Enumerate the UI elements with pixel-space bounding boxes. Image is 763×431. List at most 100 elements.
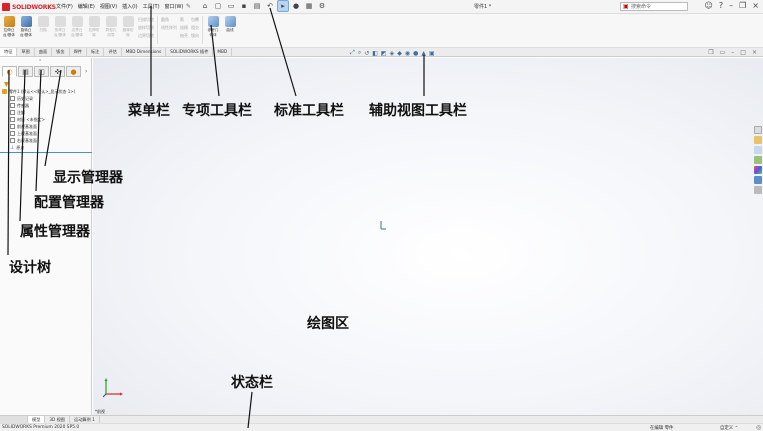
user-icon[interactable]: ☺ xyxy=(705,1,713,10)
restore-icon[interactable]: ❐ xyxy=(739,1,746,10)
tab-model[interactable]: 模型 xyxy=(28,416,46,423)
menu-file[interactable]: 文件(F) xyxy=(56,3,73,10)
tab-weldments[interactable]: 焊件 xyxy=(70,48,87,56)
tree-item-front-plane[interactable]: 前视基准面 xyxy=(2,123,90,130)
forum-icon[interactable] xyxy=(754,186,762,194)
tree-item-history[interactable]: 历史记录 xyxy=(2,95,90,102)
sweep-button[interactable]: 扫描 xyxy=(36,16,50,42)
panel-expand-icon[interactable]: ⌃ xyxy=(38,59,42,65)
pin-icon[interactable]: ✎ xyxy=(186,3,191,10)
select-icon[interactable]: ▸ xyxy=(277,0,289,12)
section-view-icon[interactable]: ◧ xyxy=(372,50,378,57)
menu-edit[interactable]: 编辑(E) xyxy=(78,3,95,10)
reference-geometry-button[interactable]: 参考几何体 xyxy=(206,16,220,42)
menu-window[interactable]: 窗口(W) xyxy=(165,3,184,10)
file-properties-icon[interactable]: ▦ xyxy=(304,1,314,11)
print-icon[interactable]: ▤ xyxy=(252,1,262,11)
apply-scene-icon[interactable]: ▲ xyxy=(421,50,426,57)
rib-button[interactable]: 筋 xyxy=(180,17,188,23)
doc-maximize-icon[interactable]: □ xyxy=(740,49,746,56)
tab-evaluate[interactable]: 评估 xyxy=(104,48,122,56)
loft-button[interactable]: 放样凸台/基体 xyxy=(53,16,67,42)
options-gear-icon[interactable]: ⚙ xyxy=(317,1,327,11)
fillet-button[interactable]: 圆角 xyxy=(161,17,177,23)
tab-featuremanager-design-tree[interactable]: ◐ xyxy=(2,66,17,77)
tab-motion-study[interactable]: 运动算例 1 xyxy=(70,416,100,423)
tab-sheet-metal[interactable]: 钣金 xyxy=(52,48,70,56)
linear-pattern-button[interactable]: 线性阵列 xyxy=(161,25,177,31)
tab-dimxpertmanager[interactable]: ✜ xyxy=(50,66,65,77)
minimize-icon[interactable]: – xyxy=(729,1,733,10)
tab-annotation[interactable]: 标注 xyxy=(87,48,105,56)
hide-show-items-icon[interactable]: ◉ xyxy=(405,50,410,57)
extrude-cut-button[interactable]: 拉伸切除 xyxy=(87,16,101,42)
previous-view-icon[interactable]: ↺ xyxy=(364,50,369,57)
more-tabs-chevron-icon[interactable]: › xyxy=(82,66,87,77)
shell-button[interactable]: 抽壳 xyxy=(180,33,188,39)
tree-item-annotations[interactable]: 注解 xyxy=(2,109,90,116)
menu-insert[interactable]: 插入(I) xyxy=(122,3,137,10)
design-library-icon[interactable] xyxy=(754,136,762,144)
display-style-icon[interactable]: ◆ xyxy=(397,50,402,57)
lofted-cut-button[interactable]: 放样切割 xyxy=(138,25,154,31)
search-commands-input[interactable]: ▣ 搜索命令 xyxy=(620,2,688,11)
swept-cut-button[interactable]: 扫描切除 xyxy=(138,17,154,23)
edit-appearance-icon[interactable]: ● xyxy=(413,50,418,57)
menu-view[interactable]: 视图(V) xyxy=(100,3,117,10)
intersect-button[interactable]: 相交 xyxy=(191,25,199,31)
view-settings-icon[interactable]: ▣ xyxy=(429,50,435,57)
boundary-cut-button[interactable]: 边界切除 xyxy=(138,33,154,39)
tab-3d-views[interactable]: 3D 视图 xyxy=(45,416,70,423)
doc-restore-icon[interactable]: ❐ xyxy=(708,49,713,56)
tab-features[interactable]: 特征 xyxy=(0,48,18,56)
home-icon[interactable]: ⌂ xyxy=(200,1,210,11)
close-icon[interactable]: × xyxy=(752,1,759,10)
tree-item-top-plane[interactable]: 上视基准面 xyxy=(2,130,90,137)
hole-wizard-button[interactable]: 异型孔向导 xyxy=(104,16,118,42)
tab-configurationmanager[interactable]: ◫ xyxy=(34,66,49,77)
tab-scroll-arrows[interactable] xyxy=(0,416,28,423)
boundary-boss-button[interactable]: 边界凸台/基体 xyxy=(70,16,84,42)
wrap-button[interactable]: 包覆 xyxy=(191,17,199,23)
tab-mbd[interactable]: MBD xyxy=(213,48,233,56)
rebuild-status-icon[interactable]: ◎ xyxy=(756,424,761,431)
appearances-icon[interactable] xyxy=(754,166,762,174)
new-document-icon[interactable]: ▢ xyxy=(213,1,223,11)
doc-close-icon[interactable]: × xyxy=(752,49,757,56)
tab-propertymanager[interactable]: ▤ xyxy=(18,66,33,77)
units-selector[interactable]: 自定义 ⌃ xyxy=(720,425,738,431)
tab-sketch[interactable]: 草图 xyxy=(17,48,35,56)
filter-icon[interactable]: ▼ xyxy=(4,81,9,88)
draft-button[interactable]: 拔模 xyxy=(180,25,188,31)
tree-item-sensors[interactable]: 传感器 xyxy=(2,102,90,109)
revolve-cut-button[interactable]: 旋转切除 xyxy=(121,16,135,42)
tab-displaymanager[interactable]: ● xyxy=(66,66,81,77)
rebuild-icon[interactable]: ● xyxy=(291,1,301,11)
curves-button[interactable]: 曲线 xyxy=(223,16,237,42)
tree-root-part[interactable]: 零件1 (默认<<默认>_显示状态 1>) xyxy=(2,88,90,95)
file-explorer-icon[interactable] xyxy=(754,146,762,154)
rollback-bar[interactable] xyxy=(0,152,92,153)
tab-surfaces[interactable]: 曲面 xyxy=(35,48,53,56)
tree-item-origin[interactable]: ⊥ 原点 xyxy=(2,144,90,151)
revolve-boss-button[interactable]: 旋转凸台/基体 xyxy=(19,16,33,42)
doc-minimize-icon[interactable]: – xyxy=(731,49,734,56)
tab-mbd-dimensions[interactable]: MBD Dimensions xyxy=(122,48,167,56)
view-palette-icon[interactable] xyxy=(754,156,762,164)
extrude-boss-button[interactable]: 拉伸凸台/基体 xyxy=(2,16,16,42)
mirror-button[interactable]: 镜向 xyxy=(191,33,199,39)
zoom-to-fit-icon[interactable]: ⤢ xyxy=(350,49,355,57)
tree-item-material[interactable]: 材质 <未指定> xyxy=(2,116,90,123)
view-orientation-icon[interactable]: ◈ xyxy=(390,50,395,57)
undo-icon[interactable]: ↶ xyxy=(265,1,275,11)
help-icon[interactable]: ? xyxy=(719,1,723,10)
zoom-area-icon[interactable]: ⌕ xyxy=(358,49,361,57)
dynamic-annotation-icon[interactable]: ◩ xyxy=(381,50,387,57)
menu-tools[interactable]: 工具(T) xyxy=(143,3,160,10)
tab-solidworks-addins[interactable]: SOLIDWORKS 插件 xyxy=(166,48,214,56)
tree-item-right-plane[interactable]: 右视基准面 xyxy=(2,137,90,144)
custom-properties-icon[interactable] xyxy=(754,176,762,184)
solidworks-resources-icon[interactable] xyxy=(754,126,762,134)
doc-tile-icon[interactable]: ▭ xyxy=(720,49,726,56)
open-folder-icon[interactable]: ▭ xyxy=(226,1,236,11)
